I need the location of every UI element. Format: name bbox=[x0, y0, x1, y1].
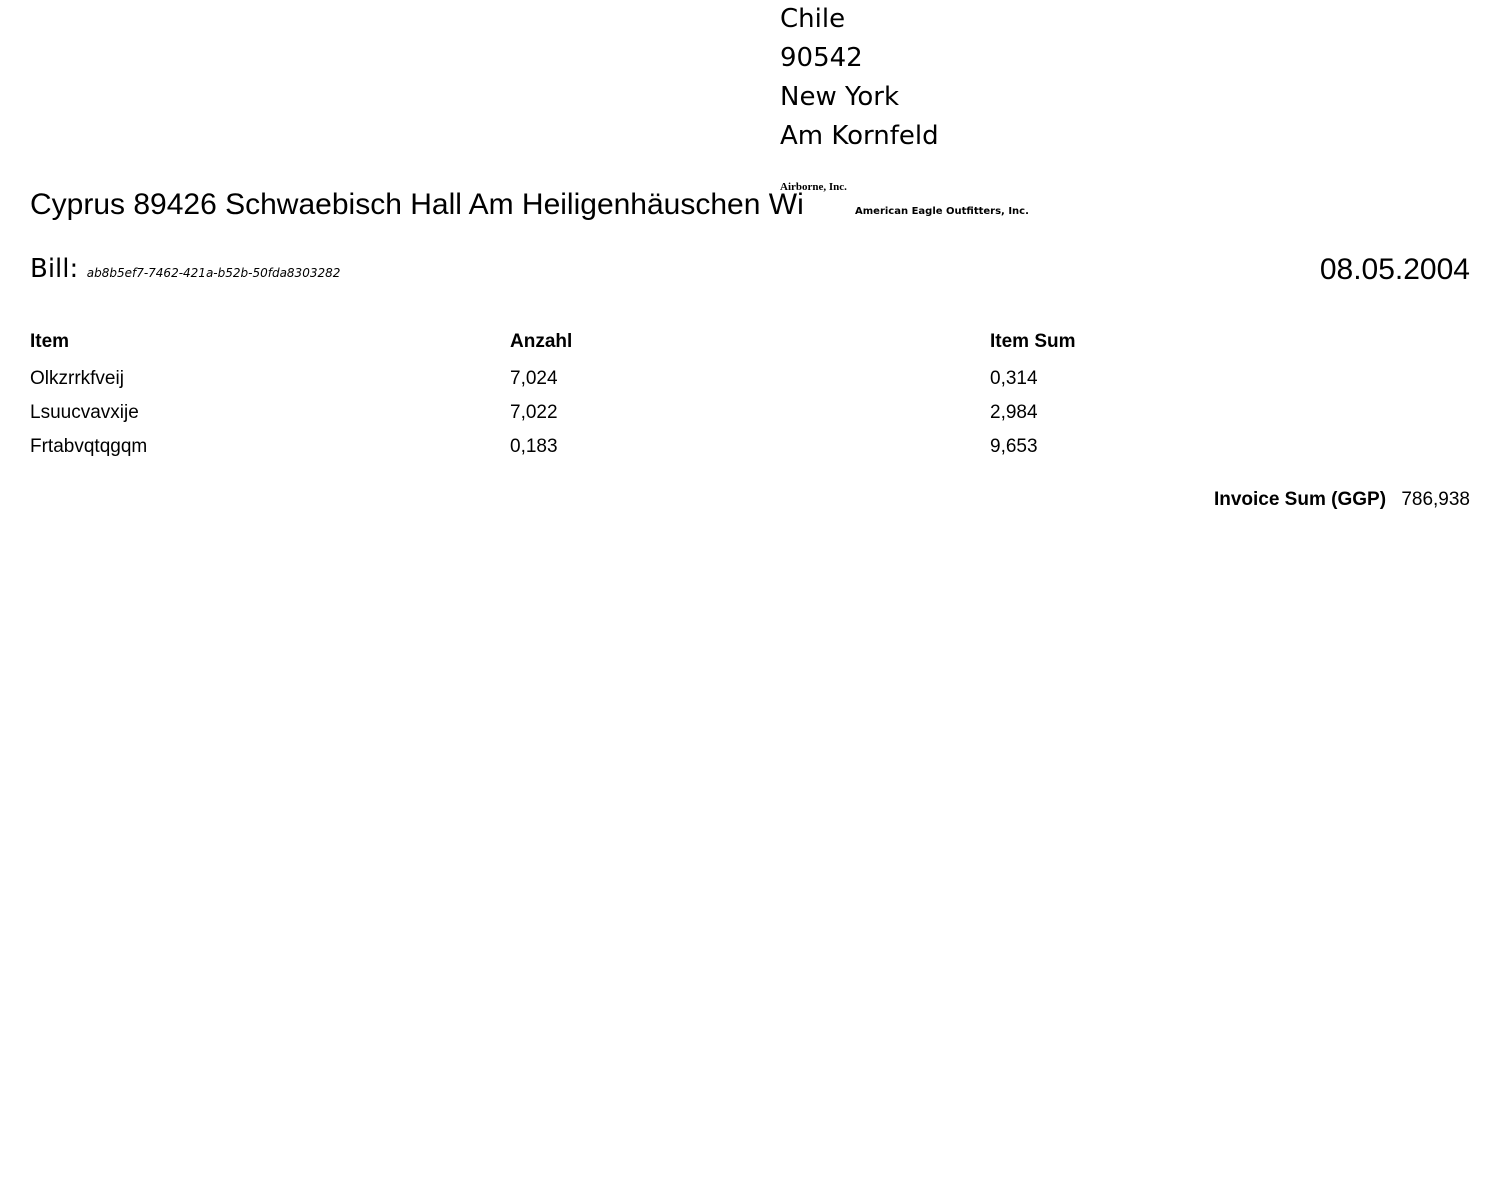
column-header-item: Item bbox=[30, 331, 70, 352]
table-header-row: Item Anzahl Item Sum bbox=[30, 326, 1470, 362]
column-header-item-sum: Item Sum bbox=[990, 331, 1076, 352]
column-header-quantity: Anzahl bbox=[510, 331, 573, 352]
table-row: Olkzrrkfveij 7,024 0,314 bbox=[30, 362, 1470, 396]
sender-address-line: Cyprus 89426 Schwaebisch Hall Am Heilige… bbox=[30, 188, 804, 221]
recipient-city: New York bbox=[780, 82, 900, 112]
invoice-total: Invoice Sum (GGP) 786,938 bbox=[1214, 487, 1470, 513]
item-sum: 0,314 bbox=[990, 368, 1038, 389]
recipient-zip: 90542 bbox=[780, 43, 863, 73]
invoice-total-label: Invoice Sum (GGP) bbox=[1213, 489, 1387, 510]
item-quantity: 7,022 bbox=[510, 402, 558, 423]
item-sum: 2,984 bbox=[990, 402, 1038, 423]
item-quantity: 7,024 bbox=[510, 368, 558, 389]
item-sum: 9,653 bbox=[990, 436, 1038, 457]
bill-label: Bill: bbox=[30, 254, 79, 284]
recipient-address: Chile 90542 New York Am Kornfeld bbox=[780, 0, 939, 156]
items-table: Item Anzahl Item Sum Olkzrrkfveij 7,024 … bbox=[30, 326, 1470, 464]
bill-header: Bill: ab8b5ef7-7462-421a-b52b-50fda83032… bbox=[30, 254, 340, 284]
invoice-total-value: 786,938 bbox=[1401, 489, 1470, 510]
recipient-country: Chile bbox=[780, 4, 846, 34]
item-name: Frtabvqtqgqm bbox=[30, 436, 148, 457]
table-row: Lsuucvavxije 7,022 2,984 bbox=[30, 396, 1470, 430]
table-row: Frtabvqtqgqm 0,183 9,653 bbox=[30, 430, 1470, 464]
recipient-street: Am Kornfeld bbox=[780, 121, 939, 151]
bill-date: 08.05.2004 bbox=[1319, 253, 1470, 286]
bill-number: ab8b5ef7-7462-421a-b52b-50fda8303282 bbox=[86, 266, 341, 280]
company-name-second: American Eagle Outfitters, Inc. bbox=[855, 206, 1029, 217]
item-name: Lsuucvavxije bbox=[30, 402, 139, 423]
item-quantity: 0,183 bbox=[510, 436, 558, 457]
item-name: Olkzrrkfveij bbox=[30, 368, 124, 389]
